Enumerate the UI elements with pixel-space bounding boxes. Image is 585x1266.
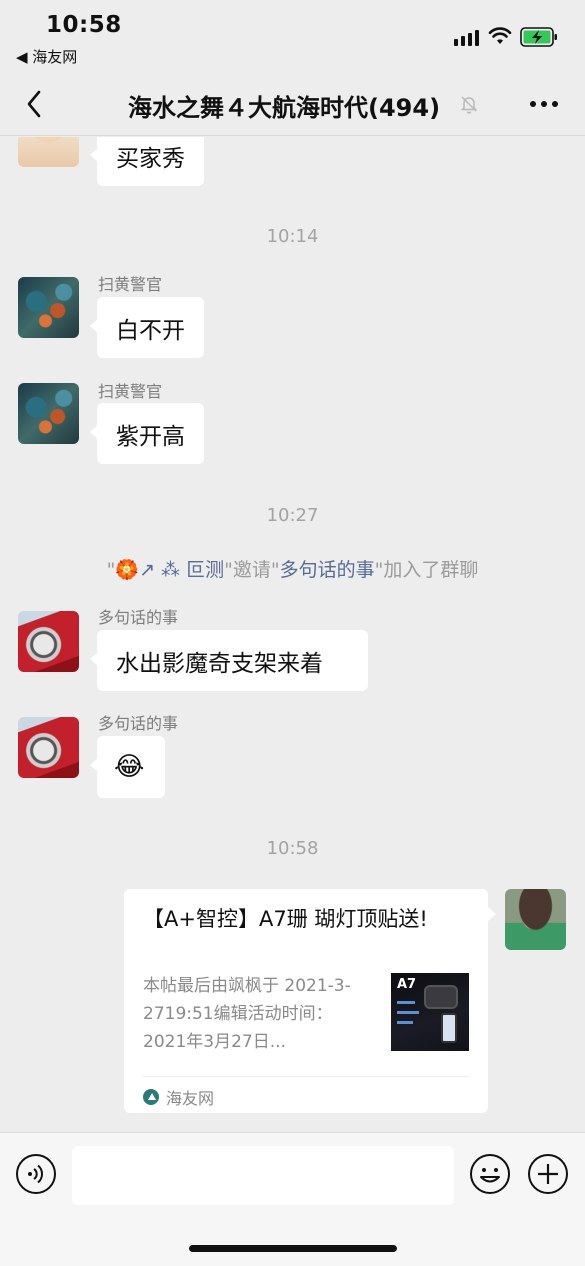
back-button[interactable] [14, 84, 54, 124]
decor-line [397, 1011, 419, 1014]
dot-icon [530, 101, 536, 107]
decor-line [397, 1021, 413, 1024]
message-bubble[interactable]: 紫开高 [90, 403, 204, 464]
decor-line [397, 1001, 415, 1004]
dot-icon [552, 101, 558, 107]
system-text: "加入了群聊 [374, 559, 479, 581]
avatar[interactable] [18, 137, 79, 167]
card-thumbnail: A7 [391, 973, 469, 1051]
thumbnail-label: A7 [397, 977, 417, 992]
system-text: "邀请" [224, 559, 280, 581]
message-text: 水出影魔奇支架来着 [116, 650, 323, 677]
timestamp: 10:27 [266, 505, 319, 526]
more-options-button[interactable] [524, 90, 564, 118]
voice-input-icon[interactable] [15, 1153, 57, 1195]
avatar[interactable] [18, 717, 79, 778]
timestamp: 10:58 [266, 838, 319, 859]
card-description: 本帖最后由飒枫于 2021-3-2719:51编辑活动时间：2021年3月27日… [143, 976, 351, 1052]
card-source: 海友网 [143, 1085, 214, 1109]
my-avatar[interactable] [505, 889, 566, 950]
battery-charging-icon [520, 27, 557, 47]
invitee-name[interactable]: 多句话的事 [280, 559, 375, 581]
dot-icon [541, 101, 547, 107]
system-notice: "🏵️↗ ⁂ 叵测"邀请"多句话的事"加入了群聊 [0, 555, 585, 582]
emoji-icon[interactable] [469, 1153, 511, 1195]
link-card[interactable]: 【A+智控】A7珊 瑚灯顶贴送! 本帖最后由飒枫于 2021-3-2719:51… [124, 889, 496, 1113]
avatar[interactable] [18, 277, 79, 338]
chat-title: 海水之舞４大航海时代(494) [128, 94, 441, 122]
message-text: 白不开 [116, 317, 185, 344]
source-logo-icon [143, 1089, 159, 1105]
status-time: 10:58 [46, 12, 122, 38]
emoji-message: 😂 [114, 752, 145, 782]
message-bubble[interactable]: 白不开 [90, 297, 204, 358]
status-bar: 10:58 ◀ 海友网 [0, 0, 585, 70]
sender-name: 多句话的事 [98, 714, 179, 733]
home-indicator[interactable] [189, 1245, 397, 1252]
message-bubble[interactable]: 😂 [90, 736, 165, 798]
message-text: 紫开高 [116, 423, 185, 450]
timestamp: 10:14 [266, 226, 319, 247]
inviter-name[interactable]: 🏵️↗ ⁂ 叵测 [115, 559, 224, 581]
chat-header: 海水之舞４大航海时代(494) [0, 70, 585, 136]
wifi-icon [488, 27, 512, 44]
message-bubble[interactable]: 水出影魔奇支架来着 [90, 630, 368, 691]
cellular-signal-icon [454, 28, 480, 46]
avatar[interactable] [18, 383, 79, 444]
divider [143, 1076, 469, 1077]
phone-image [441, 1013, 457, 1043]
message-text: 买家秀 [116, 146, 185, 172]
sender-name: 扫黄警官 [98, 275, 163, 294]
source-name: 海友网 [166, 1089, 215, 1108]
plus-icon[interactable] [527, 1153, 569, 1195]
sender-name: 多句话的事 [98, 608, 179, 627]
message-list[interactable]: 买家秀 10:14 扫黄警官 白不开 扫黄警官 紫开高 10:27 "🏵️↗ ⁂… [0, 137, 585, 1132]
avatar[interactable] [18, 611, 79, 672]
back-to-app-link[interactable]: ◀ 海友网 [16, 46, 77, 67]
sender-name: 扫黄警官 [98, 382, 163, 401]
card-title: 【A+智控】A7珊 瑚灯顶贴送! [143, 907, 428, 931]
device-image [424, 985, 458, 1009]
message-bubble[interactable]: 买家秀 [90, 137, 204, 186]
message-input[interactable] [72, 1146, 454, 1205]
chevron-left-icon [27, 90, 41, 118]
muted-bell-icon [460, 96, 478, 114]
